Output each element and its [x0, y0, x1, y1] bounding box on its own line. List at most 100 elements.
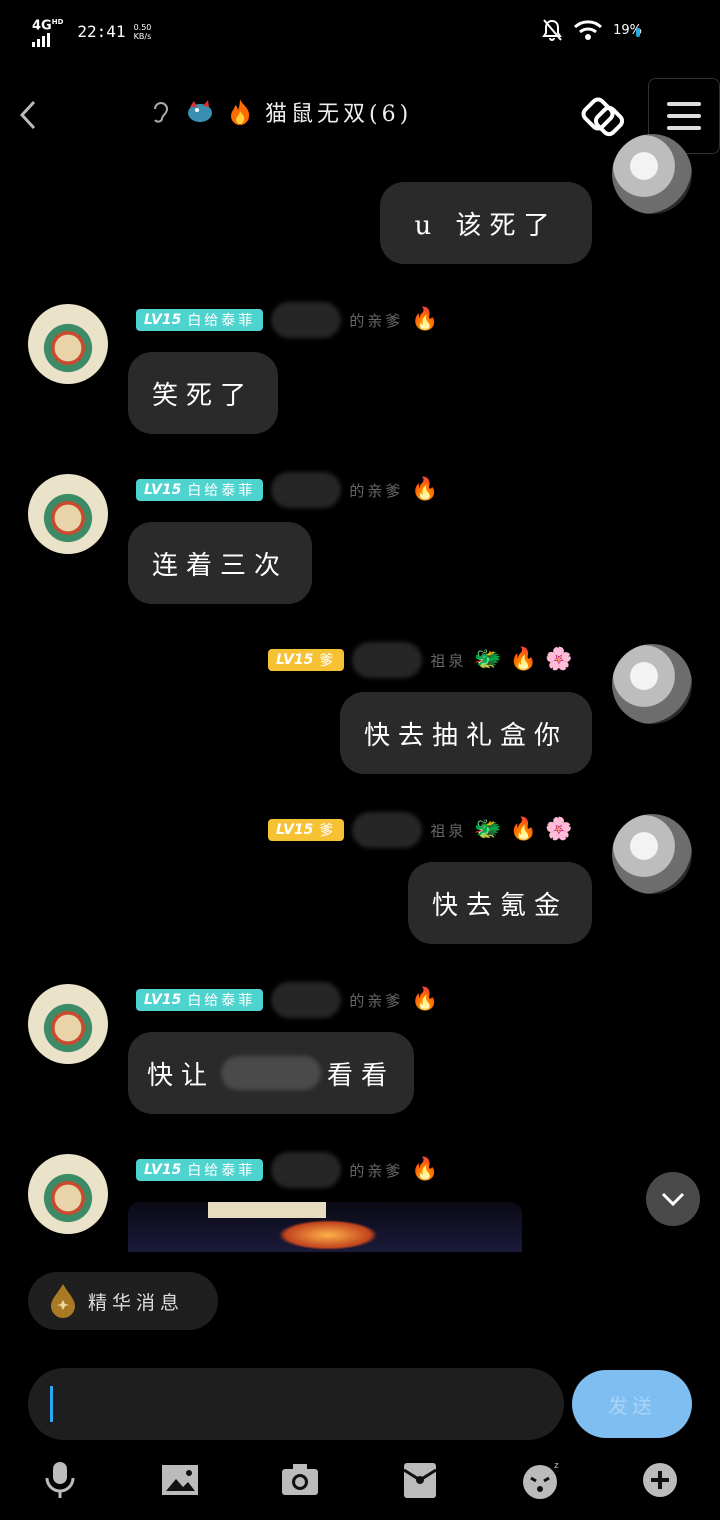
avatar[interactable] — [612, 644, 692, 724]
avatar[interactable] — [612, 814, 692, 894]
plus-icon[interactable] — [638, 1458, 682, 1502]
message-bubble: 快去抽礼盒你 — [340, 692, 592, 774]
level-badge: LV15 爹 — [268, 819, 345, 841]
net-speed-unit: KB/s — [133, 31, 152, 41]
redacted-name — [271, 1152, 342, 1188]
chat-title: 猫鼠无双(6) — [265, 102, 413, 127]
fire-icon — [231, 99, 250, 125]
ear-icon — [154, 102, 169, 123]
scroll-down-button[interactable] — [646, 1172, 700, 1226]
sender-line: LV15 白给泰菲 的亲爹 🔥 — [136, 472, 439, 508]
level-text: LV15 — [144, 992, 182, 1008]
image-region — [208, 1202, 326, 1218]
redacted-mention — [221, 1056, 321, 1090]
fire-icon: 🔥 — [411, 987, 439, 1012]
title-badge: 白给泰菲 — [187, 483, 256, 499]
message-input[interactable] — [28, 1368, 564, 1440]
avatar[interactable] — [28, 984, 108, 1064]
chat-header: 猫鼠无双(6) — [0, 70, 720, 160]
level-text: LV15 — [276, 652, 314, 668]
red-packet-icon[interactable] — [398, 1458, 442, 1502]
clock: 22:41 — [77, 22, 126, 42]
title-badge: 爹 — [319, 653, 337, 669]
dragon-icon: 🐲 — [474, 817, 502, 842]
level-text: LV15 — [144, 482, 182, 498]
message-bubble: 连着三次 — [128, 522, 312, 604]
sender-line: LV15 白给泰菲 的亲爹 🔥 — [136, 302, 439, 338]
back-arrow-icon[interactable] — [10, 92, 50, 138]
network-type: 4G — [32, 18, 52, 34]
sender-nick: 的亲爹 — [349, 1161, 404, 1180]
title-badge: 爹 — [319, 823, 337, 839]
sender-nick: 祖泉 — [430, 821, 467, 840]
svg-text:z: z — [554, 1461, 559, 1471]
camera-icon[interactable] — [278, 1458, 322, 1502]
message-text-b: 看看 — [327, 1060, 396, 1091]
level-badge: LV15 白给泰菲 — [136, 309, 264, 331]
sender-nick: 的亲爹 — [349, 991, 404, 1010]
fire-icon: 🔥 — [509, 647, 538, 672]
text-cursor — [50, 1386, 53, 1422]
sender-line: LV15 白给泰菲 的亲爹 🔥 — [136, 982, 439, 1018]
network-indicator: 4GHD — [32, 16, 64, 48]
level-text: LV15 — [144, 1162, 182, 1178]
message-bubble: 快让 看看 — [128, 1032, 414, 1114]
chat-title-group[interactable]: 猫鼠无双(6) — [145, 96, 412, 128]
level-text: LV15 — [276, 822, 314, 838]
essence-messages-button[interactable]: 精华消息 — [28, 1272, 218, 1330]
title-badge: 白给泰菲 — [187, 993, 256, 1009]
sender-nick: 的亲爹 — [349, 481, 404, 500]
title-badge: 白给泰菲 — [187, 1163, 256, 1179]
level-badge: LV15 白给泰菲 — [136, 1159, 264, 1181]
avatar[interactable] — [28, 474, 108, 554]
battery-icon — [636, 28, 640, 37]
flower-icon: 🌸 — [545, 817, 573, 842]
sender-line: LV15 白给泰菲 的亲爹 🔥 — [136, 1152, 439, 1188]
image-region — [278, 1220, 378, 1250]
microphone-icon[interactable] — [38, 1458, 82, 1502]
sender-nick: 祖泉 — [430, 651, 467, 670]
image-icon[interactable] — [158, 1458, 202, 1502]
fire-icon: 🔥 — [411, 1157, 439, 1182]
net-speed: 0.50 KB/s — [134, 23, 152, 41]
sender-nick: 的亲爹 — [349, 311, 404, 330]
network-sup: HD — [51, 18, 64, 26]
drop-icon — [51, 1284, 75, 1318]
redacted-name — [352, 812, 423, 848]
redacted-name — [271, 982, 342, 1018]
sender-line: LV15 爹 祖泉 🐲 🔥 🌸 — [268, 812, 573, 848]
net-speed-value: 0.50 — [133, 22, 152, 32]
redacted-name — [352, 642, 423, 678]
message-text-a: 快让 — [146, 1060, 215, 1091]
emoji-icon[interactable]: z — [518, 1458, 562, 1502]
dragon-icon — [188, 100, 212, 122]
essence-label: 精华消息 — [88, 1291, 185, 1314]
chevron-down-icon — [661, 1192, 685, 1207]
image-message[interactable] — [128, 1202, 522, 1252]
send-button[interactable]: 发送 — [572, 1370, 692, 1438]
wifi-icon — [574, 20, 603, 40]
level-text: LV15 — [144, 312, 182, 328]
message-bubble: 快去氪金 — [408, 862, 592, 944]
message-bubble: u 该死了 — [380, 182, 592, 264]
flower-icon: 🌸 — [545, 647, 573, 672]
level-badge: LV15 白给泰菲 — [136, 989, 264, 1011]
fire-icon: 🔥 — [411, 477, 439, 502]
avatar[interactable] — [28, 304, 108, 384]
dragon-icon: 🐲 — [474, 647, 502, 672]
fire-icon: 🔥 — [411, 307, 439, 332]
share-link-icon[interactable] — [578, 94, 628, 140]
level-badge: LV15 爹 — [268, 649, 345, 671]
avatar[interactable] — [28, 1154, 108, 1234]
title-badge: 白给泰菲 — [187, 313, 256, 329]
fire-icon: 🔥 — [509, 817, 538, 842]
sender-line: LV15 爹 祖泉 🐲 🔥 🌸 — [268, 642, 573, 678]
mute-bell-icon — [542, 19, 562, 41]
redacted-name — [271, 302, 342, 338]
signal-icon — [32, 33, 63, 48]
status-bar: 4GHD 22:41 0.50 KB/s 19% — [0, 0, 720, 64]
avatar[interactable] — [612, 134, 692, 214]
message-bubble: 笑死了 — [128, 352, 278, 434]
input-toolbar: z — [0, 1448, 720, 1514]
redacted-name — [271, 472, 342, 508]
